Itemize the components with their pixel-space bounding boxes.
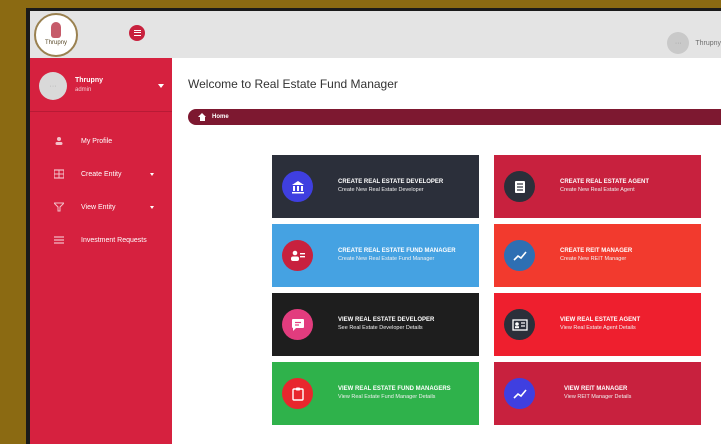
sidebar-item-investment-requests[interactable]: Investment Requests <box>30 229 172 251</box>
user-icon <box>54 136 64 146</box>
filter-icon <box>54 202 64 212</box>
logo-text: Thrupny <box>44 40 67 46</box>
page-title: Welcome to Real Estate Fund Manager <box>188 77 398 91</box>
menu-toggle-button[interactable] <box>129 25 145 41</box>
list-icon <box>54 235 64 245</box>
tile-subtitle: View REIT Manager Details <box>564 394 632 400</box>
caret-down-icon <box>150 172 154 176</box>
brand-logo[interactable]: Thrupny <box>34 13 78 57</box>
grid-icon <box>54 169 64 179</box>
sidebar-item-label: Investment Requests <box>81 236 147 244</box>
main-content: Welcome to Real Estate Fund Manager Home… <box>172 58 721 444</box>
tile-view-real-estate-fund-managers[interactable]: VIEW REAL ESTATE FUND MANAGERS View Real… <box>272 362 479 425</box>
chat-icon <box>282 309 313 340</box>
sidebar-item-view-entity[interactable]: View Entity <box>30 196 172 218</box>
caret-down-icon <box>150 205 154 209</box>
breadcrumb-home-link[interactable]: Home <box>212 114 229 120</box>
tile-view-real-estate-developer[interactable]: VIEW REAL ESTATE DEVELOPER See Real Esta… <box>272 293 479 356</box>
tile-title: CREATE REAL ESTATE DEVELOPER <box>338 179 444 185</box>
tile-subtitle: Create New Real Estate Agent <box>560 187 635 193</box>
document-icon <box>504 171 535 202</box>
tile-view-reit-manager[interactable]: VIEW REIT MANAGER View REIT Manager Deta… <box>494 362 701 425</box>
profile-name: Thrupny <box>75 77 103 84</box>
pineapple-logo-icon <box>51 22 61 38</box>
sidebar: ··· Thrupny admin My Profile Create Enti… <box>30 58 172 444</box>
tile-subtitle: View Real Estate Agent Details <box>560 325 636 331</box>
top-user-menu[interactable]: ··· Thrupny <box>667 32 721 54</box>
tile-title: VIEW REIT MANAGER <box>564 386 628 392</box>
top-bar: Thrupny ··· Thrupny <box>30 11 721 58</box>
id-card-icon <box>504 309 535 340</box>
sidebar-item-label: Create Entity <box>81 170 122 178</box>
tile-title: CREATE REIT MANAGER <box>560 248 633 254</box>
hamburger-icon <box>133 30 141 36</box>
tile-create-real-estate-agent[interactable]: CREATE REAL ESTATE AGENT Create New Real… <box>494 155 701 218</box>
tile-subtitle: Create New REIT Manager <box>560 256 627 262</box>
tile-title: VIEW REAL ESTATE AGENT <box>560 317 641 323</box>
home-icon[interactable] <box>198 113 206 121</box>
sidebar-profile[interactable]: ··· Thrupny admin <box>30 58 172 112</box>
sidebar-item-label: My Profile <box>81 137 113 145</box>
users-icon <box>282 240 313 271</box>
profile-role: admin <box>75 87 92 93</box>
tile-title: VIEW REAL ESTATE FUND MANAGERS <box>338 386 451 392</box>
sidebar-item-my-profile[interactable]: My Profile <box>30 130 172 152</box>
chart-line-icon <box>504 378 535 409</box>
tile-create-real-estate-developer[interactable]: CREATE REAL ESTATE DEVELOPER Create New … <box>272 155 479 218</box>
clipboard-icon <box>282 378 313 409</box>
tile-title: CREATE REAL ESTATE FUND MANAGER <box>338 248 456 254</box>
breadcrumb: Home <box>188 109 721 125</box>
tile-subtitle: View Real Estate Fund Manager Details <box>338 394 436 400</box>
tile-view-real-estate-agent[interactable]: VIEW REAL ESTATE AGENT View Real Estate … <box>494 293 701 356</box>
sidebar-item-create-entity[interactable]: Create Entity <box>30 163 172 185</box>
bank-icon <box>282 171 313 202</box>
chart-line-icon <box>504 240 535 271</box>
tile-create-real-estate-fund-manager[interactable]: CREATE REAL ESTATE FUND MANAGER Create N… <box>272 224 479 287</box>
tile-create-reit-manager[interactable]: CREATE REIT MANAGER Create New REIT Mana… <box>494 224 701 287</box>
tile-title: VIEW REAL ESTATE DEVELOPER <box>338 317 435 323</box>
tile-subtitle: See Real Estate Developer Details <box>338 325 423 331</box>
sidebar-item-label: View Entity <box>81 203 116 211</box>
tile-subtitle: Create New Real Estate Fund Manager <box>338 256 435 262</box>
app-window: Thrupny ··· Thrupny ··· Thrupny admin My… <box>30 11 721 444</box>
top-user-name: Thrupny <box>695 39 721 47</box>
tile-subtitle: Create New Real Estate Developer <box>338 187 424 193</box>
tile-title: CREATE REAL ESTATE AGENT <box>560 179 650 185</box>
avatar: ··· <box>667 32 690 54</box>
caret-down-icon[interactable] <box>158 84 164 88</box>
avatar: ··· <box>39 72 67 100</box>
